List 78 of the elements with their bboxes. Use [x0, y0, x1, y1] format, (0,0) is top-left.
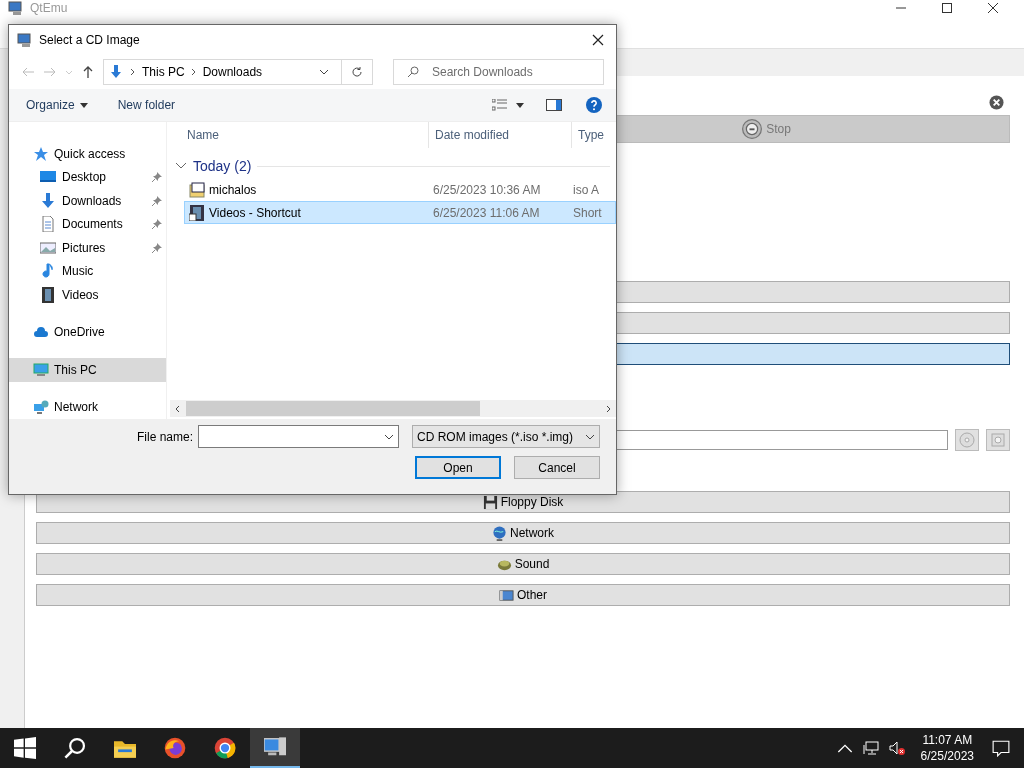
up-arrow-icon[interactable] — [81, 65, 95, 79]
nav-item[interactable]: Documents — [9, 212, 166, 236]
nav-item[interactable]: Quick access — [9, 142, 166, 166]
window-title: QtEmu — [30, 0, 68, 16]
preview-pane-icon[interactable] — [546, 99, 562, 111]
open-button[interactable]: Open — [415, 456, 501, 479]
speaker-muted-icon[interactable] — [888, 741, 905, 755]
column-header[interactable]: Date modified — [429, 122, 572, 148]
globe-icon — [492, 525, 507, 541]
file-name-label: File name: — [136, 429, 193, 444]
film-icon — [189, 204, 205, 221]
view-list-icon[interactable] — [492, 99, 508, 111]
caret-icon[interactable] — [516, 102, 524, 108]
breadcrumb-item[interactable]: Downloads — [202, 65, 263, 79]
maximize-icon[interactable] — [942, 3, 952, 13]
nav-item[interactable]: Videos — [9, 283, 166, 307]
music-note-icon — [40, 263, 56, 280]
file-name-field[interactable] — [198, 425, 399, 448]
network-icon — [33, 399, 49, 416]
notification-icon[interactable] — [992, 739, 1010, 757]
caret-icon[interactable] — [319, 69, 329, 75]
search-icon — [64, 737, 86, 759]
monitor-icon — [499, 587, 514, 603]
group-header[interactable]: Today (2) — [193, 158, 252, 174]
horizontal-scrollbar[interactable] — [170, 400, 616, 417]
close-icon[interactable] — [988, 3, 998, 13]
cancel-button[interactable]: Cancel — [514, 456, 600, 479]
column-header[interactable]: Name — [167, 122, 429, 148]
disc-image-icon — [189, 181, 205, 198]
disc-icon — [959, 432, 975, 448]
monitor-icon — [33, 361, 49, 378]
document-icon — [40, 216, 56, 233]
monitor-icon — [8, 0, 24, 16]
star-icon — [33, 145, 49, 162]
collapse-chevron-icon[interactable] — [175, 162, 187, 170]
file-row[interactable]: Videos - Shortcut 6/25/2023 11:06 AM Short — [184, 201, 616, 224]
close-icon[interactable] — [989, 95, 1004, 110]
refresh-icon — [351, 66, 363, 78]
download-arrow-icon — [108, 64, 124, 80]
nav-item[interactable]: Pictures — [9, 236, 166, 260]
search-field[interactable]: Search Downloads — [393, 59, 604, 85]
file-row[interactable]: michalos 6/25/2023 10:36 AM iso A — [184, 178, 616, 201]
address-bar[interactable]: This PC Downloads — [103, 59, 373, 85]
caret-icon — [79, 102, 88, 108]
network-icon[interactable] — [862, 741, 879, 755]
file-type-dropdown[interactable]: CD ROM images (*.iso *.img) — [412, 425, 600, 448]
close-icon[interactable] — [592, 34, 604, 46]
browser-icon — [214, 737, 236, 759]
nav-item[interactable]: Desktop — [9, 165, 166, 189]
new-folder-button[interactable]: New folder — [117, 98, 176, 112]
dialog-title: Select a CD Image — [39, 33, 140, 47]
nav-item[interactable]: Network — [9, 395, 166, 419]
monitor-icon — [264, 736, 286, 758]
clock-date[interactable]: 6/25/2023 — [920, 748, 974, 764]
help-icon[interactable] — [586, 97, 602, 113]
caret-icon[interactable] — [384, 433, 394, 440]
nav-item[interactable]: This PC — [9, 358, 166, 382]
section-button[interactable]: Sound — [36, 553, 1010, 575]
section-button[interactable]: Network — [36, 522, 1010, 544]
film-icon — [40, 286, 56, 303]
nav-item[interactable]: Music — [9, 259, 166, 283]
caret-icon — [585, 433, 595, 440]
download-arrow-icon — [40, 192, 56, 209]
organize-menu[interactable]: Organize — [26, 98, 88, 112]
clock-time[interactable]: 11:07 AM — [922, 732, 973, 748]
breadcrumb-item[interactable]: This PC — [142, 65, 185, 79]
chevron-icon — [190, 68, 197, 76]
taskbar-app[interactable] — [250, 728, 300, 768]
picture-icon — [40, 239, 56, 256]
stop-icon — [742, 119, 763, 139]
section-button[interactable]: Other — [36, 584, 1010, 606]
nav-item[interactable]: Downloads — [9, 189, 166, 213]
nav-item[interactable]: OneDrive — [9, 320, 166, 344]
fox-browser-icon — [164, 737, 186, 759]
search-icon — [407, 66, 419, 78]
monitor-icon — [17, 32, 33, 48]
chevron-icon — [130, 68, 136, 76]
windows-logo-icon — [14, 737, 36, 759]
